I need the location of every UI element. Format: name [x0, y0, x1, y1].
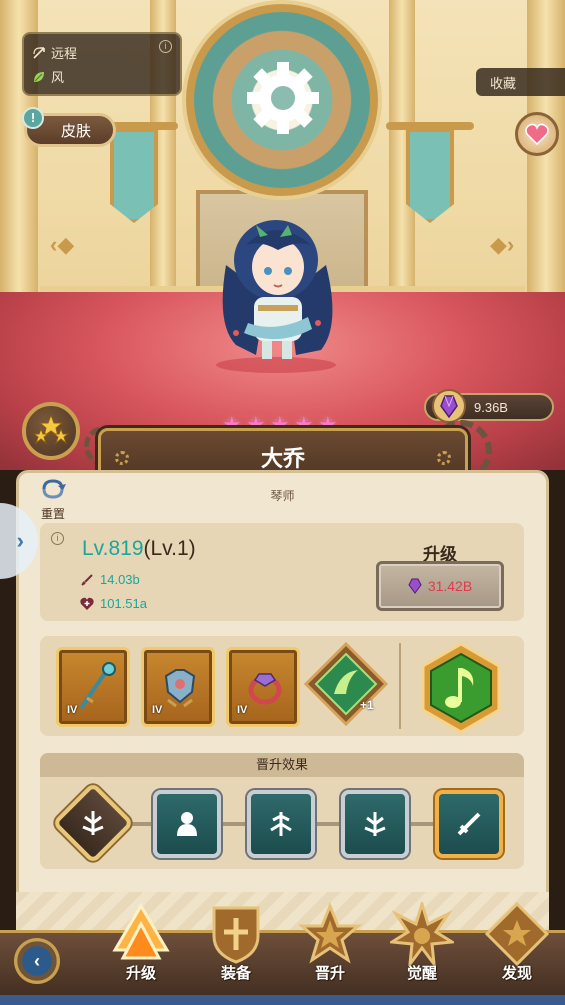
equip-tier: IV: [152, 704, 163, 716]
banner-left: [110, 128, 158, 223]
hero-attribute-box: 远程 风 i: [22, 32, 182, 96]
element-label: 风: [51, 70, 65, 85]
sword-icon: [457, 812, 481, 836]
heart-plus-icon: [80, 597, 94, 610]
person-icon: [177, 812, 197, 836]
star-icon: [298, 901, 362, 964]
hp-stat: 101.51a: [80, 596, 147, 611]
attack-value: 14.03b: [100, 572, 140, 587]
attack-stat: 14.03b: [80, 572, 140, 587]
panel-stripe-decoration: [16, 892, 549, 932]
chevron-left-icon: ‹: [34, 950, 40, 971]
rank-badge[interactable]: [22, 402, 80, 460]
promotion-title: 晋升效果: [40, 753, 524, 777]
alert-badge-icon: !: [22, 107, 44, 129]
upgrade-cost: 31.42B: [427, 578, 473, 594]
hero-class: 琴师: [270, 489, 295, 503]
banner-right: [406, 128, 454, 223]
equipment-divider: [399, 643, 401, 729]
level-display: Lv.819(Lv.1): [82, 537, 196, 561]
purple-gem-icon: [408, 578, 422, 594]
rune-slot[interactable]: [304, 642, 388, 726]
reset-label: 重置: [40, 507, 65, 521]
tree-sparkle-icon: [82, 811, 104, 835]
chevron-right-icon: ›: [16, 528, 24, 553]
skill-slot[interactable]: [413, 640, 509, 736]
equip-slot-weapon[interactable]: IV: [56, 647, 130, 727]
element-row: 风: [32, 67, 64, 86]
staff-icon: [79, 662, 116, 710]
pillar-right: [527, 0, 565, 330]
info-icon[interactable]: i: [51, 532, 64, 545]
tree-icon: [270, 812, 292, 836]
equip-slot-ring[interactable]: IV: [226, 647, 300, 727]
equip-slot-armor[interactable]: IV: [141, 647, 215, 727]
shield-icon: [212, 906, 260, 964]
hp-value: 101.51a: [100, 596, 147, 611]
purple-gem-icon: [432, 389, 466, 423]
hero-sub-level: (Lv.1): [143, 537, 196, 560]
gear-ornament-icon: [437, 451, 451, 465]
attack-type-label: 远程: [51, 46, 78, 61]
gem-amount: 9.36B: [474, 399, 508, 415]
hero-level: Lv.819: [82, 537, 144, 560]
nav-label: 发现: [501, 965, 532, 982]
nav-label: 装备: [220, 965, 251, 982]
ring-icon: [248, 673, 282, 705]
skin-label: 皮肤: [60, 122, 91, 140]
hero-character-sprite: [216, 220, 336, 373]
gear-ornament-icon: [115, 451, 129, 465]
tree-sparkle-icon: [364, 812, 386, 836]
hero-name: 大乔: [260, 446, 305, 471]
promotion-node-2[interactable]: [153, 790, 221, 858]
equip-tier: IV: [67, 704, 78, 716]
chevron-right-icon[interactable]: ◆›: [490, 232, 514, 258]
attack-type-row: 远程: [32, 43, 77, 62]
gear-icon: [247, 62, 319, 134]
rune-plus-badge: +1: [360, 698, 374, 712]
nav-upgrade[interactable]: 升级: [101, 902, 181, 1002]
armor-icon: [164, 669, 196, 708]
three-stars-icon: [32, 413, 70, 445]
info-icon[interactable]: i: [159, 40, 172, 53]
nav-equipment[interactable]: 装备: [196, 902, 276, 1002]
promotion-node-4[interactable]: [341, 790, 409, 858]
collect-label: 收藏: [490, 75, 517, 91]
nav-awaken[interactable]: 觉醒: [382, 898, 462, 1002]
nav-label: 觉醒: [406, 965, 437, 982]
bow-arrow-icon: [33, 46, 45, 59]
promotion-node-3[interactable]: [247, 790, 315, 858]
upgrade-button[interactable]: 31.42B: [376, 561, 504, 611]
diamond-star-icon: [484, 901, 550, 967]
starburst-icon: [387, 898, 457, 970]
gem-currency-display: 9.36B: [424, 389, 554, 423]
promotion-node-5[interactable]: [435, 790, 503, 858]
upgrade-arrow-icon: [112, 903, 170, 960]
equip-tier: IV: [237, 704, 248, 716]
wind-leaf-icon: [34, 71, 44, 82]
sword-icon: [81, 573, 93, 586]
collect-button[interactable]: 收藏: [476, 68, 565, 96]
nav-discover[interactable]: 发现: [477, 901, 557, 1002]
nav-label: 升级: [125, 965, 156, 982]
chevron-left-icon[interactable]: ‹◆: [50, 232, 74, 258]
back-button[interactable]: ‹: [14, 938, 60, 984]
favorite-button[interactable]: [515, 112, 559, 156]
nav-label: 晋升: [314, 965, 345, 982]
nav-promote[interactable]: 晋升: [290, 901, 370, 1002]
heart-icon: [525, 123, 549, 145]
